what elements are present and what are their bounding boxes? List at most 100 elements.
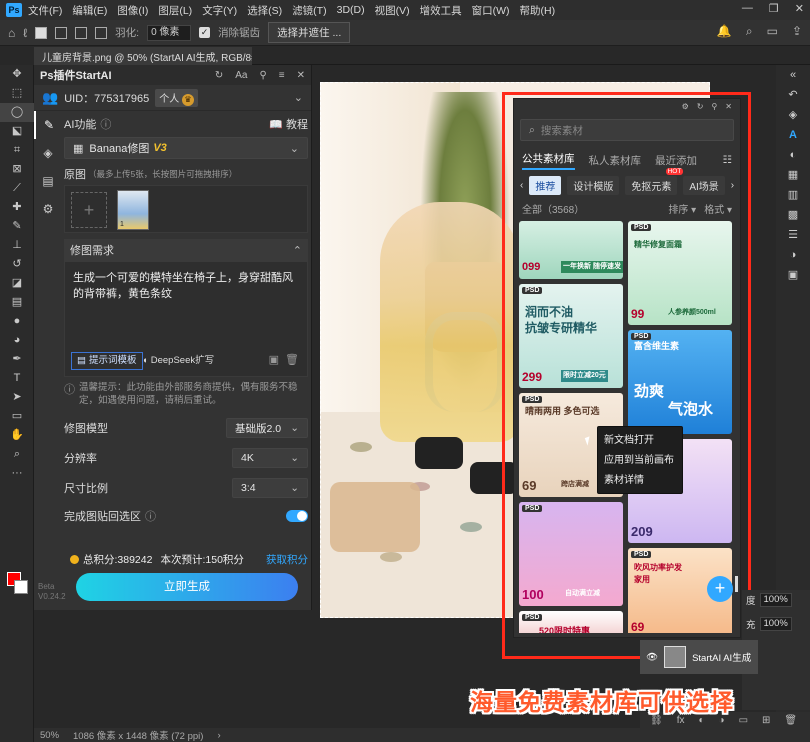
menu-image[interactable]: 图像(I): [117, 3, 148, 18]
paste-back-toggle[interactable]: [286, 510, 308, 522]
intersect-selection-icon[interactable]: [95, 26, 108, 39]
brush-tool-icon[interactable]: ✎: [0, 217, 34, 236]
menu-filter[interactable]: 滤镜(T): [292, 3, 326, 18]
menu-window[interactable]: 窗口(W): [472, 3, 510, 18]
menu-open-new-doc[interactable]: 新文档打开: [604, 431, 676, 451]
minimize-icon[interactable]: —: [742, 2, 753, 15]
settings-side-icon[interactable]: ⚙: [34, 195, 62, 223]
menu-apply-canvas[interactable]: 应用到当前画布: [604, 451, 676, 471]
scrollbar[interactable]: [735, 576, 738, 592]
layers-side-icon[interactable]: ◈: [34, 139, 62, 167]
menu-icon[interactable]: ≡: [279, 70, 285, 81]
patterns-panel-icon[interactable]: ▩: [776, 205, 810, 225]
add-image-button[interactable]: +: [71, 192, 107, 228]
search-icon[interactable]: ⌕: [746, 24, 753, 39]
trash-icon[interactable]: 🗑: [285, 352, 299, 368]
shape-tool-icon[interactable]: ▭: [0, 407, 34, 426]
eyedropper-tool-icon[interactable]: ⟋: [0, 179, 34, 198]
menu-layer[interactable]: 图层(L): [158, 3, 192, 18]
eye-icon[interactable]: 👁: [646, 652, 658, 663]
resolution-select[interactable]: 4K ⌄: [232, 448, 308, 468]
group-icon[interactable]: ▭: [739, 715, 748, 726]
deepseek-expand-button[interactable]: ◖ DeepSeek扩写: [137, 352, 219, 370]
get-points-link[interactable]: 获取积分: [266, 552, 308, 567]
swatches-panel-icon[interactable]: ▦: [776, 165, 810, 185]
ratio-select[interactable]: 3:4 ⌄: [232, 478, 308, 498]
close-icon[interactable]: ✕: [795, 2, 804, 15]
lasso-icon[interactable]: ℓ: [23, 26, 27, 40]
refresh-icon[interactable]: ↻: [215, 70, 223, 81]
startai-panel-icon[interactable]: A: [776, 125, 810, 145]
antialias-checkbox[interactable]: ✓: [199, 27, 211, 38]
font-size-icon[interactable]: Aa: [235, 70, 247, 81]
layer-name[interactable]: StartAI AI生成: [692, 650, 751, 664]
menu-material-details[interactable]: 素材详情: [604, 471, 676, 491]
zoom-level[interactable]: 50%: [40, 730, 59, 741]
add-selection-icon[interactable]: [55, 26, 68, 39]
adjust-panel-icon[interactable]: ◈: [776, 105, 810, 125]
eraser-tool-icon[interactable]: ◪: [0, 274, 34, 293]
stamp-tool-icon[interactable]: ⊥: [0, 236, 34, 255]
uploaded-thumbnail[interactable]: 1: [117, 190, 149, 230]
layer-row[interactable]: 👁 StartAI AI生成: [640, 640, 758, 674]
new-selection-icon[interactable]: [35, 26, 48, 39]
menu-type[interactable]: 文字(Y): [202, 3, 237, 18]
generate-button[interactable]: 立即生成: [76, 573, 298, 601]
share-icon[interactable]: ⇪: [792, 24, 802, 39]
workspace-icon[interactable]: ▭: [767, 24, 778, 39]
more-tools-icon[interactable]: ···: [0, 464, 34, 483]
model-select[interactable]: 基础版2.0 ⌄: [226, 418, 308, 438]
prompt-textarea[interactable]: 生成一个可爱的模特坐在椅子上，身穿甜酷风的背带裤，黄色条纹 ▤ 提示词模板 ◖ De…: [64, 261, 308, 377]
history-panel-icon[interactable]: ↶: [776, 85, 810, 105]
path-select-icon[interactable]: ➤: [0, 388, 34, 407]
prompt-template-button[interactable]: ▤ 提示词模板: [71, 352, 143, 370]
background-color-swatch[interactable]: [14, 580, 28, 594]
delete-layer-icon[interactable]: 🗑: [784, 715, 797, 726]
fill-input[interactable]: 100%: [759, 617, 792, 631]
home-icon[interactable]: ⌂: [8, 26, 15, 40]
new-layer-icon[interactable]: ⊞: [762, 715, 770, 726]
frame-tool-icon[interactable]: ⊠: [0, 160, 34, 179]
healing-tool-icon[interactable]: ✚: [0, 198, 34, 217]
adjustments-panel-icon[interactable]: ◑: [776, 245, 810, 265]
status-arrow-icon[interactable]: ›: [217, 730, 220, 741]
hand-tool-icon[interactable]: ✋: [0, 426, 34, 445]
ai-function-select[interactable]: ▦ Banana修图 V3 ⌄: [64, 137, 308, 159]
color-panel-icon[interactable]: ◐: [776, 145, 810, 165]
opacity-input[interactable]: 100%: [759, 593, 792, 607]
paste-back-info-icon[interactable]: ⓘ: [145, 508, 156, 524]
libraries-panel-icon[interactable]: ▣: [776, 265, 810, 285]
pin-icon[interactable]: ⚲: [259, 70, 266, 81]
menu-select[interactable]: 选择(S): [247, 3, 282, 18]
close-plugin-icon[interactable]: ✕: [297, 70, 305, 81]
subtract-selection-icon[interactable]: [75, 26, 88, 39]
marquee-tool-icon[interactable]: ⬚: [0, 84, 34, 103]
document-tab[interactable]: 儿童房背景.png @ 50% (StartAI AI生成, RGB/8#) *: [34, 47, 252, 65]
notes-side-icon[interactable]: ▤: [34, 167, 62, 195]
lasso-tool-icon[interactable]: ◯: [0, 103, 34, 122]
collapse-icon[interactable]: «: [776, 65, 810, 85]
menu-3d[interactable]: 3D(D): [337, 4, 365, 16]
tutorial-link[interactable]: 📖 教程: [269, 116, 308, 132]
menu-view[interactable]: 视图(V): [375, 3, 410, 18]
bell-icon[interactable]: 🔔: [717, 24, 732, 39]
select-and-mask-button[interactable]: 选择并遮住 ...: [268, 22, 351, 43]
menu-help[interactable]: 帮助(H): [520, 3, 556, 18]
menu-plugins[interactable]: 增效工具: [420, 3, 462, 18]
add-material-button[interactable]: +: [707, 576, 733, 602]
properties-panel-icon[interactable]: ☰: [776, 225, 810, 245]
gradients-panel-icon[interactable]: ▥: [776, 185, 810, 205]
collapse-up-icon[interactable]: ⌃: [293, 244, 302, 257]
gradient-tool-icon[interactable]: ▤: [0, 293, 34, 312]
info-icon[interactable]: ⓘ: [100, 116, 111, 132]
restore-icon[interactable]: ❐: [769, 2, 779, 15]
history-icon[interactable]: ▣: [269, 352, 279, 368]
zoom-tool-icon[interactable]: ⌕: [0, 445, 34, 464]
menu-edit[interactable]: 编辑(E): [72, 3, 107, 18]
feather-input[interactable]: 0 像素: [147, 24, 192, 41]
history-brush-icon[interactable]: ↺: [0, 255, 34, 274]
pen-tool-icon[interactable]: ✒: [0, 350, 34, 369]
crop-tool-icon[interactable]: ⌗: [0, 141, 34, 160]
type-tool-icon[interactable]: T: [0, 369, 34, 388]
menu-file[interactable]: 文件(F): [28, 3, 62, 18]
